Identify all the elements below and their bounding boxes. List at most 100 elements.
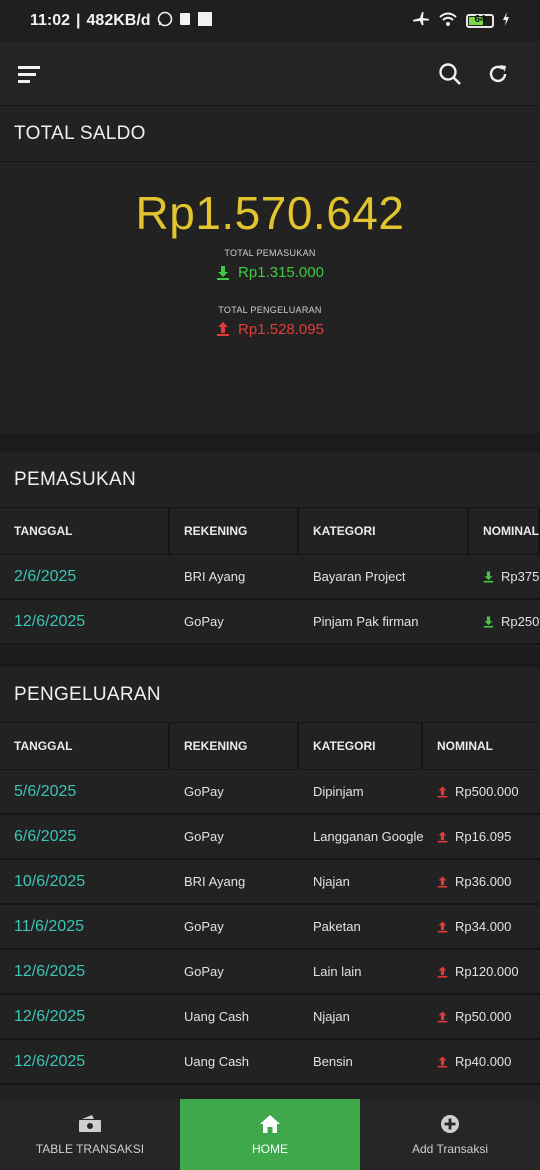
total-pemasukan-row: Rp1.315.000 bbox=[216, 264, 324, 281]
nominal-value: Rp375 bbox=[501, 569, 540, 584]
menu-button[interactable] bbox=[18, 50, 66, 98]
nominal-value: Rp50.000 bbox=[455, 1009, 512, 1024]
filter-menu-icon bbox=[18, 65, 40, 83]
download-icon bbox=[483, 616, 494, 627]
download-icon bbox=[483, 571, 494, 582]
header-rekening[interactable]: REKENING bbox=[170, 508, 299, 554]
download-icon bbox=[217, 265, 230, 280]
cell-nominal: Rp375 bbox=[469, 555, 540, 598]
cell-nominal: Rp250 bbox=[469, 600, 540, 643]
cell-rekening: GoPay bbox=[184, 614, 224, 629]
search-button[interactable] bbox=[426, 50, 474, 98]
cell-kategori: Njajan bbox=[313, 874, 350, 889]
total-pengeluaran-label: TOTAL PENGELUARAN bbox=[218, 304, 322, 315]
home-icon bbox=[260, 1114, 280, 1133]
refresh-button[interactable] bbox=[474, 50, 522, 98]
cell-nominal: Rp500.000 bbox=[423, 770, 540, 813]
table-row[interactable]: 5/6/2025 GoPay Dipinjam Rp500.000 bbox=[0, 770, 540, 815]
header-kategori[interactable]: KATEGORI bbox=[299, 723, 423, 769]
battery-level: 64 bbox=[474, 14, 486, 25]
notification-square-icon bbox=[197, 11, 213, 32]
header-tanggal[interactable]: TANGGAL bbox=[0, 723, 170, 769]
cell-tanggal: 11/6/2025 bbox=[14, 917, 84, 935]
header-kategori[interactable]: KATEGORI bbox=[299, 508, 469, 554]
upload-icon bbox=[437, 1056, 448, 1067]
total-saldo-title: TOTAL SALDO bbox=[0, 106, 540, 162]
cell-kategori: Pinjam Pak firman bbox=[313, 614, 419, 629]
network-speed: 482KB/d bbox=[86, 12, 151, 29]
pengeluaran-rows: 5/6/2025 GoPay Dipinjam Rp500.000 6/6/20… bbox=[0, 770, 540, 1085]
whatsapp-icon bbox=[157, 11, 173, 32]
battery-icon: 64 bbox=[466, 14, 494, 28]
upload-icon bbox=[437, 966, 448, 977]
pemasukan-title: PEMASUKAN bbox=[0, 452, 540, 508]
cell-nominal: Rp40.000 bbox=[423, 1040, 540, 1083]
table-row[interactable]: 10/6/2025 BRI Ayang Njajan Rp36.000 bbox=[0, 860, 540, 905]
upload-icon bbox=[217, 322, 230, 336]
plus-circle-icon bbox=[441, 1114, 459, 1133]
status-time: 11:02 bbox=[30, 12, 71, 29]
total-pengeluaran-row: Rp1.528.095 bbox=[216, 321, 324, 338]
nav-label: Add Transaksi bbox=[411, 1141, 489, 1156]
nav-table-transaksi[interactable]: TABLE TRANSAKSI bbox=[0, 1099, 180, 1170]
nominal-value: Rp40.000 bbox=[455, 1054, 512, 1069]
cell-kategori: Dipinjam bbox=[313, 784, 364, 799]
nominal-value: Rp34.000 bbox=[455, 919, 512, 934]
pemasukan-section: PEMASUKAN TANGGAL REKENING KATEGORI NOMI… bbox=[0, 452, 540, 647]
cell-rekening: BRI Ayang bbox=[184, 569, 246, 584]
status-bar: 11:02 | 482KB/d 64 bbox=[0, 0, 540, 42]
cell-rekening: GoPay bbox=[184, 829, 224, 844]
table-row[interactable]: 11/6/2025 GoPay Paketan Rp34.000 bbox=[0, 905, 540, 950]
notification-icon bbox=[179, 12, 191, 31]
app-bar bbox=[0, 42, 540, 106]
nav-label: TABLE TRANSAKSI bbox=[35, 1141, 145, 1156]
upload-icon bbox=[437, 1011, 448, 1022]
nav-home[interactable]: HOME bbox=[180, 1099, 360, 1170]
bottom-navigation: TABLE TRANSAKSI HOME Add Transaksi bbox=[0, 1099, 540, 1170]
cell-rekening: GoPay bbox=[184, 964, 224, 979]
cell-nominal: Rp50.000 bbox=[423, 995, 540, 1038]
pengeluaran-section: PENGELUARAN TANGGAL REKENING KATEGORI NO… bbox=[0, 667, 540, 1099]
header-nominal[interactable]: NOMINAL bbox=[469, 508, 540, 554]
cell-kategori: Njajan bbox=[313, 1009, 350, 1024]
refresh-icon bbox=[489, 64, 507, 82]
table-row[interactable]: 12/6/2025 Uang Cash Njajan Rp50.000 bbox=[0, 995, 540, 1040]
cell-nominal: Rp16.095 bbox=[423, 815, 540, 858]
cell-tanggal: 10/6/2025 bbox=[14, 872, 86, 890]
table-row[interactable]: 12/6/2025 GoPay Lain lain Rp120.000 bbox=[0, 950, 540, 995]
charging-icon bbox=[502, 11, 510, 31]
nominal-value: Rp36.000 bbox=[455, 874, 512, 889]
cell-tanggal: 2/6/2025 bbox=[14, 567, 77, 585]
total-saldo-card: TOTAL SALDO Rp1.570.642 TOTAL PEMASUKAN … bbox=[0, 106, 540, 433]
pengeluaran-title: PENGELUARAN bbox=[0, 667, 540, 723]
nominal-value: Rp500.000 bbox=[455, 784, 519, 799]
upload-icon bbox=[437, 831, 448, 842]
header-nominal[interactable]: NOMINAL bbox=[423, 723, 540, 769]
airplane-icon bbox=[412, 11, 430, 32]
nav-add-transaksi[interactable]: Add Transaksi bbox=[360, 1099, 540, 1170]
cell-tanggal: 12/6/2025 bbox=[14, 612, 86, 630]
nav-label: HOME bbox=[252, 1141, 288, 1156]
header-tanggal[interactable]: TANGGAL bbox=[0, 508, 170, 554]
total-pemasukan-label: TOTAL PEMASUKAN bbox=[224, 248, 316, 258]
nominal-value: Rp120.000 bbox=[455, 964, 519, 979]
header-rekening[interactable]: REKENING bbox=[170, 723, 299, 769]
upload-icon bbox=[437, 876, 448, 887]
table-row[interactable]: 12/6/2025 Uang Cash Bensin Rp40.000 bbox=[0, 1040, 540, 1085]
cell-kategori: Bensin bbox=[313, 1054, 353, 1069]
cell-rekening: Uang Cash bbox=[184, 1009, 250, 1024]
nominal-value: Rp16.095 bbox=[455, 829, 512, 844]
table-row[interactable]: 6/6/2025 GoPay Langganan Google Rp16.095 bbox=[0, 815, 540, 860]
upload-icon bbox=[437, 786, 448, 797]
search-icon bbox=[439, 62, 461, 85]
table-header: TANGGAL REKENING KATEGORI NOMINAL bbox=[0, 723, 540, 770]
total-saldo-amount: Rp1.570.642 bbox=[135, 187, 405, 239]
cell-kategori: Lain lain bbox=[313, 964, 362, 979]
pengeluaran-table: TANGGAL REKENING KATEGORI NOMINAL 5/6/20… bbox=[0, 723, 540, 1085]
cell-kategori: Paketan bbox=[313, 919, 361, 934]
cell-rekening: Uang Cash bbox=[184, 1054, 250, 1069]
table-row[interactable]: 2/6/2025 BRI Ayang Bayaran Project Rp375 bbox=[0, 555, 540, 600]
nominal-value: Rp250 bbox=[501, 614, 540, 629]
table-row[interactable]: 12/6/2025 GoPay Pinjam Pak firman Rp250 bbox=[0, 600, 540, 645]
cell-nominal: Rp36.000 bbox=[423, 860, 540, 903]
